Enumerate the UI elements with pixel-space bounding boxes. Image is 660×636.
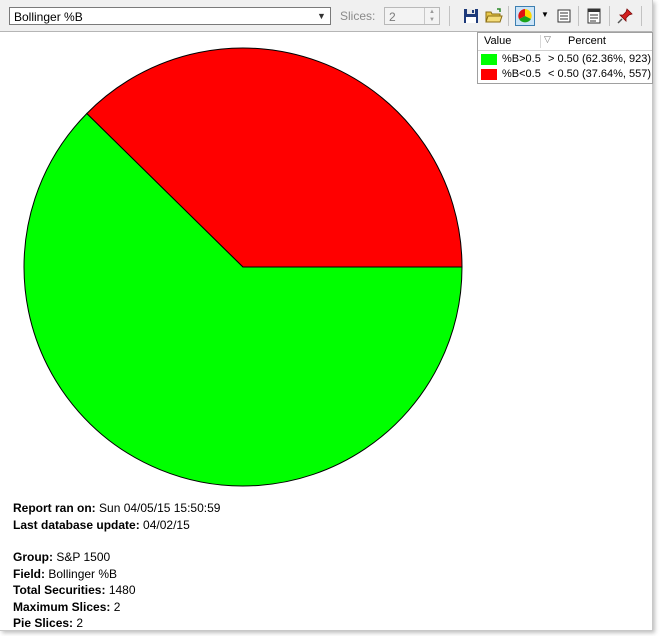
sort-indicator-icon: ▽ bbox=[544, 34, 551, 44]
toolbar-separator bbox=[449, 6, 450, 26]
legend-column-percent[interactable]: Percent bbox=[568, 35, 606, 47]
save-icon[interactable] bbox=[461, 6, 481, 26]
db-update-line: Last database update: 04/02/15 bbox=[13, 517, 220, 534]
spinner-buttons: ▲ ▼ bbox=[424, 8, 439, 24]
chart-type-dropdown-icon[interactable]: ▼ bbox=[541, 10, 549, 19]
group-value: S&P 1500 bbox=[56, 550, 111, 564]
report-ran-value: Sun 04/05/15 15:50:59 bbox=[99, 501, 221, 515]
field-value: Bollinger %B bbox=[48, 566, 118, 581]
column-divider bbox=[540, 35, 541, 48]
report-icon[interactable] bbox=[584, 6, 604, 26]
slices-label: Slices: bbox=[340, 9, 376, 23]
legend-column-value[interactable]: Value bbox=[484, 35, 511, 47]
toolbar-separator bbox=[609, 6, 610, 26]
db-update-value: 04/02/15 bbox=[143, 517, 190, 532]
max-slices-label: Maximum Slices: bbox=[13, 599, 111, 614]
legend-header: Value ▽ Percent bbox=[478, 33, 652, 51]
legend-label: %B<0.5 bbox=[502, 68, 541, 80]
report-info: Report ran on: Sun 04/05/15 15:50:59 Las… bbox=[13, 500, 220, 632]
legend-label: %B>0.5 bbox=[502, 53, 541, 65]
field-label: Field: bbox=[13, 566, 45, 581]
group-label: Group: bbox=[13, 550, 53, 564]
db-update-label: Last database update: bbox=[13, 517, 140, 532]
legend-percent: > 0.50 (62.36%, 923) bbox=[548, 53, 652, 65]
slices-value: 2 bbox=[389, 10, 396, 24]
pie-slices-line: Pie Slices: 2 bbox=[13, 615, 220, 632]
report-ran-line: Report ran on: Sun 04/05/15 15:50:59 bbox=[13, 500, 220, 517]
pie-slices-value: 2 bbox=[76, 616, 84, 630]
pie-chart-window: Bollinger %B ▼ Slices: 2 ▲ ▼ ▼ Value ▽ P… bbox=[0, 0, 653, 631]
toolbar-separator bbox=[641, 6, 642, 26]
legend-percent: < 0.50 (37.64%, 557) bbox=[548, 68, 652, 80]
spin-down-icon[interactable]: ▼ bbox=[425, 16, 439, 24]
toolbar-separator bbox=[508, 6, 509, 26]
toolbar: Bollinger %B ▼ Slices: 2 ▲ ▼ ▼ bbox=[0, 0, 652, 32]
toolbar-separator bbox=[578, 6, 579, 26]
list-icon[interactable] bbox=[554, 6, 574, 26]
legend-swatch bbox=[481, 69, 497, 80]
legend: Value ▽ Percent %B>0.5 > 0.50 (62.36%, 9… bbox=[477, 32, 653, 84]
legend-row[interactable]: %B<0.5 < 0.50 (37.64%, 557) bbox=[478, 67, 652, 82]
chevron-down-icon[interactable]: ▼ bbox=[314, 9, 329, 23]
legend-swatch bbox=[481, 54, 497, 65]
total-securities-value: 1480 bbox=[108, 583, 136, 597]
report-ran-label: Report ran on: bbox=[13, 501, 96, 515]
indicator-dropdown-value: Bollinger %B bbox=[14, 10, 83, 24]
group-line: Group: S&P 1500 bbox=[13, 549, 220, 566]
pie-chart-icon[interactable] bbox=[515, 6, 535, 26]
pin-icon[interactable] bbox=[615, 6, 635, 26]
legend-row[interactable]: %B>0.5 > 0.50 (62.36%, 923) bbox=[478, 52, 652, 67]
total-securities-label: Total Securities: bbox=[13, 583, 106, 597]
pie-slices-label: Pie Slices: bbox=[13, 616, 74, 630]
indicator-dropdown[interactable]: Bollinger %B ▼ bbox=[9, 7, 331, 25]
max-slices-value: 2 bbox=[113, 599, 121, 614]
total-securities-line: Total Securities: 1480 bbox=[13, 582, 220, 599]
max-slices-line: Maximum Slices: 2 bbox=[13, 599, 220, 616]
field-line: Field: Bollinger %B bbox=[13, 566, 220, 583]
open-folder-icon[interactable] bbox=[484, 6, 504, 26]
spin-up-icon[interactable]: ▲ bbox=[425, 8, 439, 16]
slices-spinner[interactable]: 2 ▲ ▼ bbox=[384, 7, 440, 25]
